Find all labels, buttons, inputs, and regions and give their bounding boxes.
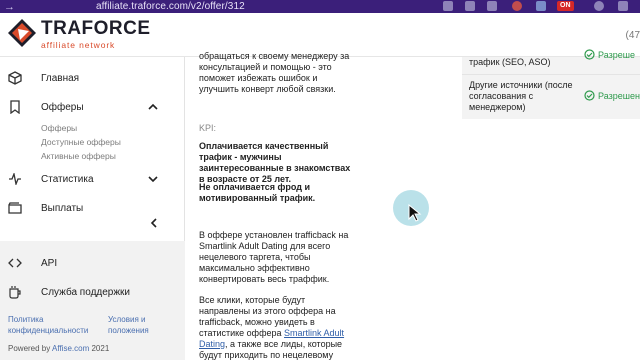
intro-paragraph: обращаться к своему менеджеру за консуль…: [199, 51, 350, 94]
sidebar-item-support[interactable]: Служба поддержки: [0, 282, 185, 302]
bookmark-star-icon[interactable]: [443, 1, 453, 11]
traffic-source-row: Другие источники (после согласования с м…: [462, 74, 640, 119]
mouse-pointer-icon: [408, 204, 422, 222]
traforce-logo-icon[interactable]: [7, 18, 37, 48]
status-text: Разреше: [598, 49, 635, 60]
pulse-icon: [7, 171, 23, 187]
kpi-not-paid-text: Не оплачивается фрод и мотивированный тр…: [199, 182, 316, 203]
traffic-source-label: трафик (SEO, ASO): [469, 57, 551, 67]
code-icon: [7, 255, 23, 271]
menu-icon[interactable]: [618, 1, 628, 11]
logo-subtitle: affiliate network: [41, 40, 116, 50]
sidebar-item-label: Офферы: [41, 101, 84, 113]
sidebar-subitem-offers[interactable]: Офферы: [41, 123, 77, 133]
extension-icon[interactable]: [512, 1, 522, 11]
terms-link[interactable]: Условия и положения: [108, 314, 168, 336]
status-allowed: Разреше: [584, 49, 635, 60]
sidebar-item-label: Статистика: [41, 173, 94, 185]
sidebar-footer: API Служба поддержки Политика конфиденци…: [0, 241, 185, 360]
collapse-sidebar-icon[interactable]: [148, 217, 160, 229]
chevron-up-icon[interactable]: [147, 101, 159, 113]
sidebar-item-offers[interactable]: Офферы: [0, 97, 185, 117]
traffic-sources-panel: трафик (SEO, ASO) Разреше Другие источни…: [462, 49, 640, 360]
profile-icon[interactable]: [594, 1, 604, 11]
star-icon[interactable]: [487, 1, 497, 11]
copyright-year: 2021: [91, 344, 110, 353]
sidebar: Главная Офферы Офферы Доступные офферы А…: [0, 57, 185, 360]
kpi-paid-text: Оплачивается качественный трафик - мужчи…: [199, 141, 351, 184]
sidebar-item-statistics[interactable]: Статистика: [0, 169, 185, 189]
header-counter: (47: [625, 30, 640, 41]
sidebar-item-api[interactable]: API: [0, 253, 185, 273]
traffic-source-row: трафик (SEO, ASO) Разреше: [462, 49, 640, 74]
forward-arrow-icon[interactable]: →: [4, 1, 26, 13]
sidebar-subitem-active-offers[interactable]: Активные офферы: [41, 151, 116, 161]
sidebar-item-label: Служба поддержки: [41, 286, 131, 298]
privacy-policy-link[interactable]: Политика конфиденциальности: [8, 314, 98, 336]
sidebar-item-payouts[interactable]: Выплаты: [0, 198, 185, 218]
address-bar[interactable]: affiliate.traforce.com/v2/offer/312: [96, 1, 245, 12]
share-icon[interactable]: [465, 1, 475, 11]
logo-title: TRAFORCE: [41, 18, 151, 39]
status-allowed: Разрешен: [584, 90, 640, 101]
sidebar-subitem-available-offers[interactable]: Доступные офферы: [41, 137, 121, 147]
sidebar-item-label: Выплаты: [41, 202, 84, 214]
check-circle-icon: [584, 90, 595, 101]
bookmark-icon: [7, 99, 23, 115]
powered-prefix: Powered by: [8, 344, 51, 353]
kpi-heading: KPI:: [199, 123, 217, 133]
extension-on-badge[interactable]: ON: [557, 1, 574, 11]
chevron-down-icon[interactable]: [147, 173, 159, 185]
extension-icon[interactable]: [536, 1, 546, 11]
clicks-paragraph: Все клики, которые будут направлены из э…: [199, 295, 351, 360]
trafficback-paragraph: В оффере установлен trafficback на Smart…: [199, 230, 349, 284]
cube-icon: [7, 70, 23, 86]
affise-link[interactable]: Affise.com: [52, 344, 89, 353]
sidebar-item-label: API: [41, 257, 58, 269]
sidebar-item-label: Главная: [41, 72, 80, 84]
powered-by: Powered by Affise.com 2021: [8, 344, 109, 353]
sidebar-item-home[interactable]: Главная: [0, 68, 185, 88]
check-circle-icon: [584, 49, 595, 60]
browser-toolbar: → affiliate.traforce.com/v2/offer/312 ON: [0, 0, 640, 13]
status-text: Разрешен: [598, 90, 640, 101]
wallet-icon: [7, 200, 23, 216]
mug-icon: [7, 284, 23, 300]
screen: → affiliate.traforce.com/v2/offer/312 ON…: [0, 0, 640, 360]
traffic-source-label: Другие источники (после согласования с м…: [469, 80, 573, 112]
